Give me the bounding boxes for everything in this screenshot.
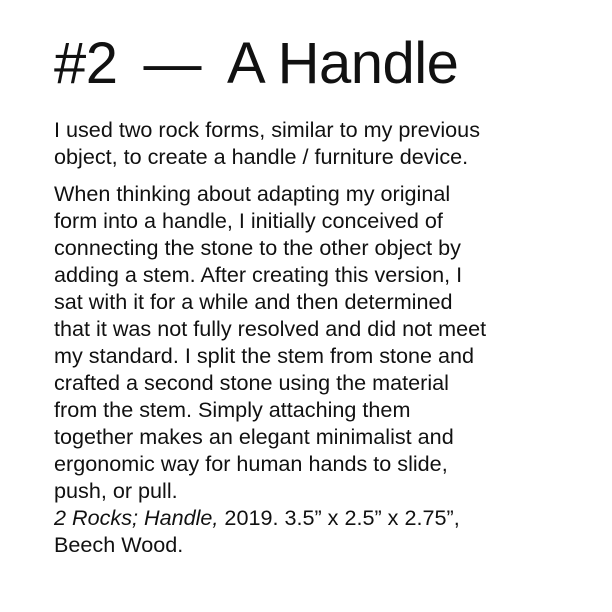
description-line: ergonomic way for human hands to slide, [54, 451, 448, 476]
title-dash: — [143, 31, 202, 96]
description-line: from the stem. Simply attaching them [54, 397, 411, 422]
description-line: When thinking about adapting my original [54, 181, 451, 206]
title-number: #2 [54, 31, 118, 96]
description-line: push, or pull. [54, 478, 178, 503]
description-line: my standard. I split the stem from stone… [54, 343, 475, 368]
description-line: connecting the stone to the other object… [54, 235, 461, 260]
artwork-material: Beech Wood. [54, 532, 184, 557]
description-line: crafted a second stone using the materia… [54, 370, 449, 395]
description-line: together makes an elegant minimalist and [54, 424, 454, 449]
artwork-title: 2 Rocks; Handle, [54, 505, 219, 530]
description-paragraph: When thinking about adapting my original… [54, 180, 554, 504]
body-text: I used two rock forms, similar to my pre… [54, 116, 554, 558]
description-line: that it was not fully resolved and did n… [54, 316, 487, 341]
page-title: #2 — A Handle [54, 30, 459, 98]
document-page: #2 — A Handle I used two rock forms, simil… [0, 0, 612, 612]
artwork-caption: 2 Rocks; Handle, 2019. 3.5” x 2.5” x 2.7… [54, 504, 554, 558]
intro-line: object, to create a handle / furniture d… [54, 144, 469, 169]
description-line: form into a handle, I initially conceive… [54, 208, 443, 233]
intro-paragraph: I used two rock forms, similar to my pre… [54, 116, 554, 170]
title-name: A Handle [227, 31, 459, 96]
artwork-details: 2019. 3.5” x 2.5” x 2.75”, [218, 505, 460, 530]
description-line: adding a stem. After creating this versi… [54, 262, 463, 287]
intro-line: I used two rock forms, similar to my pre… [54, 117, 480, 142]
description-line: sat with it for a while and then determi… [54, 289, 453, 314]
